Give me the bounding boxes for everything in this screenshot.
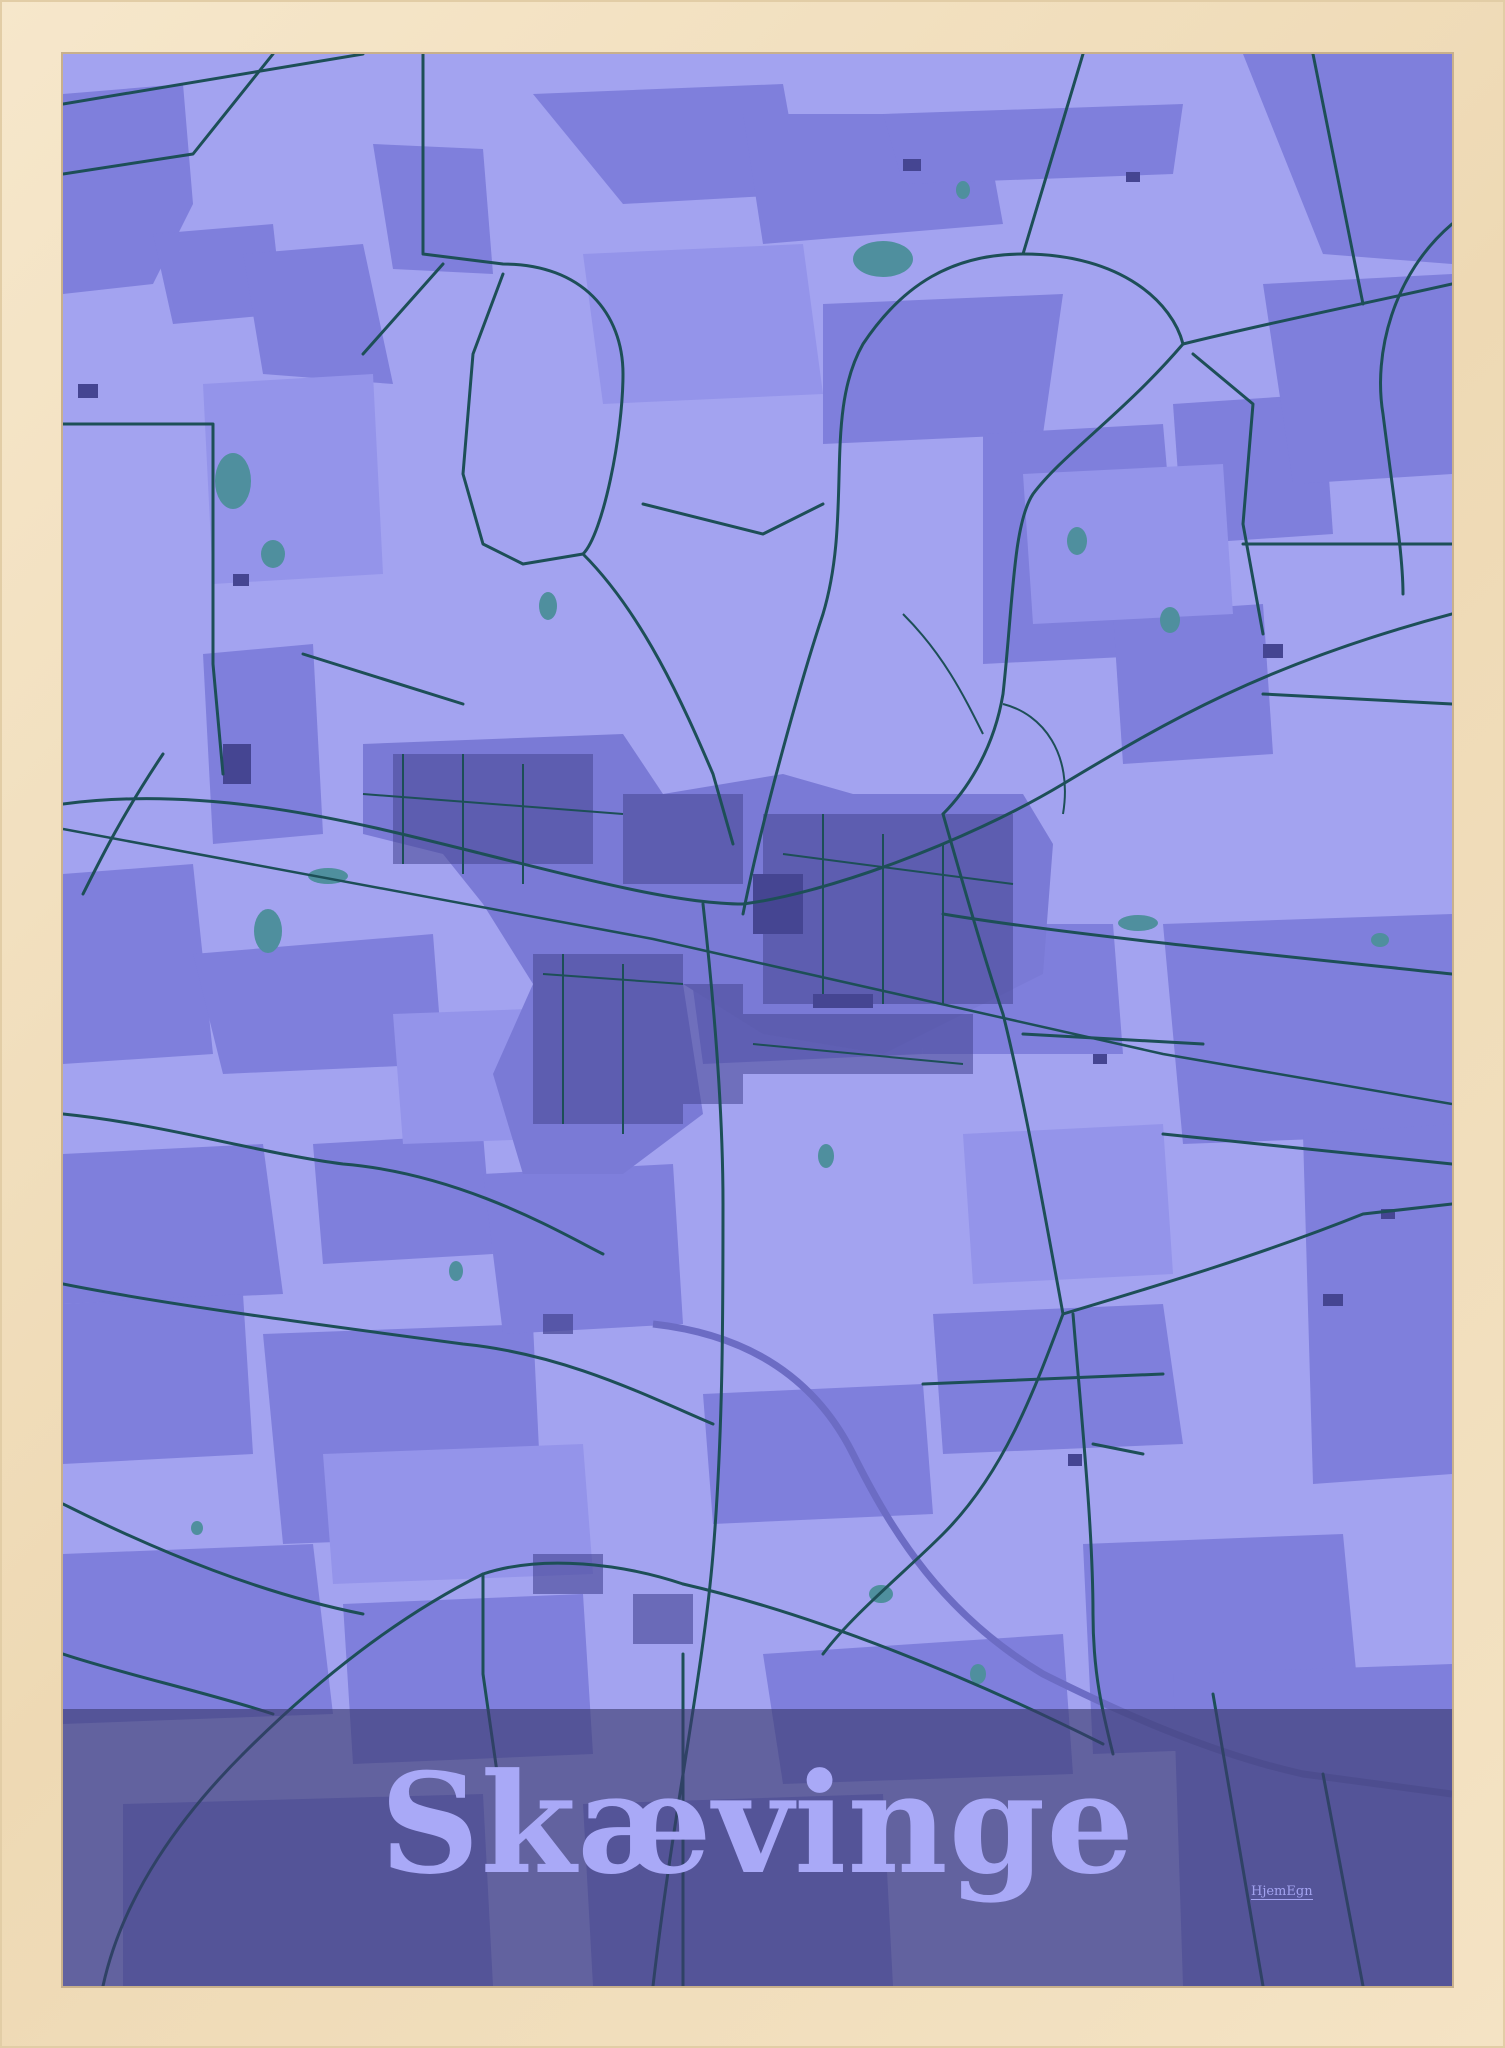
city-map	[63, 54, 1452, 1986]
city-name-title: Skævinge	[379, 1742, 1136, 1905]
map-poster: Skævinge HjemEgn	[63, 54, 1452, 1986]
brand-logo: HjemEgn	[1251, 1884, 1313, 1900]
